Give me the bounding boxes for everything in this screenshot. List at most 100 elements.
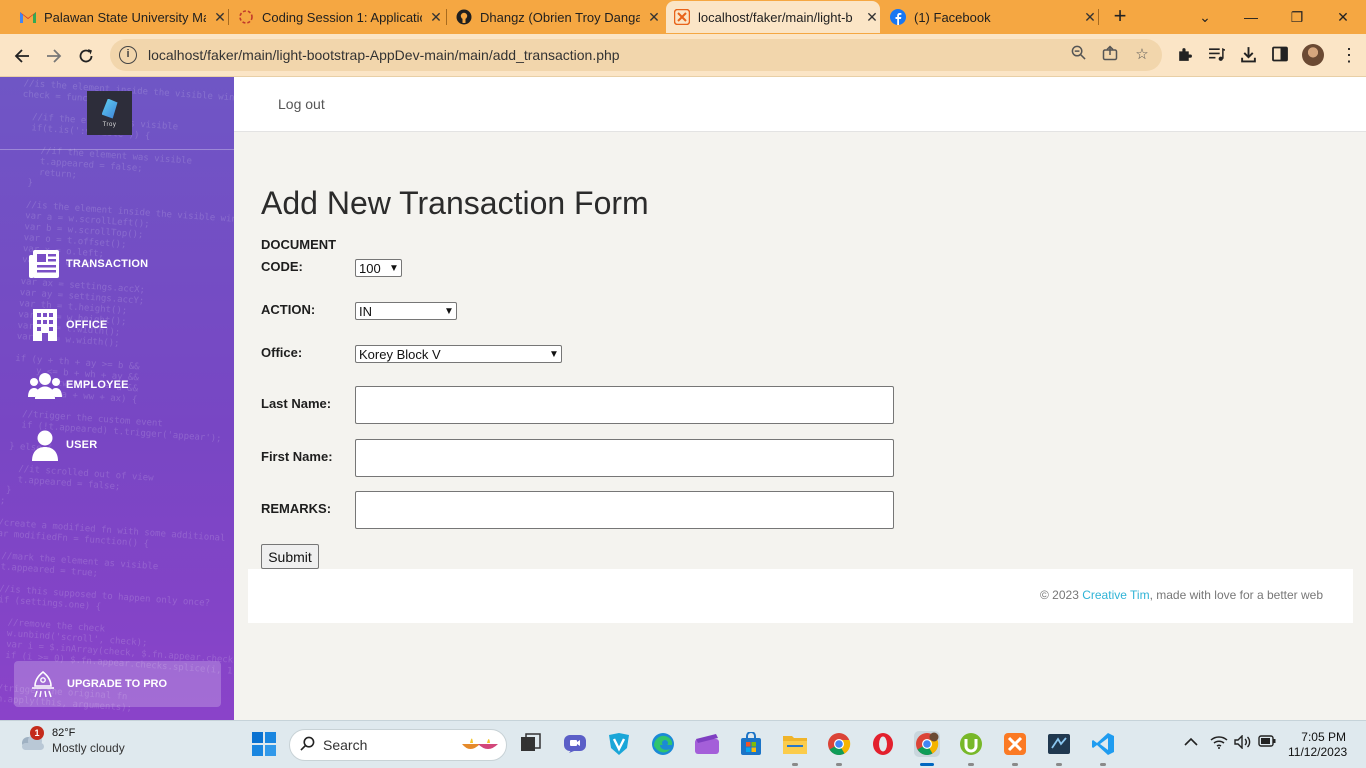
clipchamp-icon[interactable] <box>694 731 720 757</box>
tab-gmail[interactable]: Palawan State University Ma ✕ <box>14 1 228 33</box>
lastname-input[interactable] <box>355 386 894 424</box>
url-text: localhost/faker/main/light-bootstrap-App… <box>148 47 620 63</box>
chrome-icon[interactable] <box>826 731 852 757</box>
firstname-input[interactable] <box>355 439 894 477</box>
start-windows-icon[interactable] <box>251 731 277 757</box>
action-label: ACTION: <box>261 302 316 317</box>
taskbar-search[interactable]: Search <box>289 729 507 761</box>
remarks-input[interactable] <box>355 491 894 529</box>
minimize-icon[interactable]: — <box>1228 0 1274 34</box>
doc-code-value: 100 <box>359 260 381 276</box>
facebook-icon <box>890 9 906 25</box>
system-clock[interactable]: 7:05 PM 11/12/2023 <box>1288 730 1347 760</box>
office-value: Korey Block V <box>359 346 441 362</box>
top-navbar: Log out <box>234 77 1366 132</box>
close-tab-icon[interactable]: ✕ <box>428 9 444 26</box>
tab-title: localhost/faker/main/light-b <box>698 9 853 25</box>
tray-overflow-icon[interactable] <box>1184 735 1198 750</box>
bookmark-star-icon[interactable]: ☆ <box>1132 45 1152 65</box>
tab-title: Palawan State University Ma <box>44 9 206 25</box>
back-icon[interactable] <box>8 42 36 70</box>
close-tab-icon[interactable]: ✕ <box>646 9 662 26</box>
chrome-profile-icon[interactable] <box>914 731 940 757</box>
vscode-icon[interactable] <box>1090 731 1116 757</box>
diwali-lamp-icon <box>460 732 500 759</box>
action-select[interactable]: IN ▼ <box>355 302 457 320</box>
tab-github[interactable]: Dhangz (Obrien Troy Dangan ✕ <box>450 1 662 33</box>
doc-code-select[interactable]: 100 ▼ <box>355 259 402 277</box>
opera-icon[interactable] <box>870 731 896 757</box>
remarks-label: REMARKS: <box>261 501 332 516</box>
sidebar-item-user[interactable]: USER <box>28 429 97 461</box>
media-control-icon[interactable] <box>1206 46 1226 66</box>
active-indicator <box>920 763 934 766</box>
meet-chat-icon[interactable] <box>562 731 588 757</box>
tab-localhost[interactable]: localhost/faker/main/light-b ✕ <box>666 1 880 33</box>
volume-icon[interactable] <box>1234 734 1252 752</box>
office-label: Office: <box>261 345 303 360</box>
firstname-label: First Name: <box>261 449 333 464</box>
browser-toolbar: i localhost/faker/main/light-bootstrap-A… <box>0 34 1366 77</box>
loading-icon <box>238 9 254 25</box>
tab-title: (1) Facebook <box>914 9 991 25</box>
browser-menu-icon[interactable]: ⋮ <box>1340 44 1358 66</box>
battery-icon[interactable] <box>1258 735 1276 750</box>
close-tab-icon[interactable]: ✕ <box>212 9 228 26</box>
rocket-icon <box>28 669 58 699</box>
share-icon[interactable] <box>1100 45 1120 65</box>
profile-avatar[interactable] <box>1302 44 1324 66</box>
search-label: Search <box>323 737 368 753</box>
gmail-icon <box>20 9 36 25</box>
action-value: IN <box>359 303 372 319</box>
sidebar-item-label: USER <box>66 439 98 451</box>
close-tab-icon[interactable]: ✕ <box>1082 9 1098 26</box>
temperature: 82°F <box>52 727 76 739</box>
sidebar-divider <box>0 149 234 150</box>
sql-server-icon[interactable] <box>1046 731 1072 757</box>
zoom-icon[interactable] <box>1068 45 1088 65</box>
task-view-icon[interactable] <box>518 731 544 757</box>
address-bar[interactable]: i localhost/faker/main/light-bootstrap-A… <box>110 39 1162 71</box>
utorrent-icon[interactable] <box>958 731 984 757</box>
footer-link[interactable]: Creative Tim <box>1082 588 1149 602</box>
vpn-app-icon[interactable] <box>606 731 632 757</box>
brand-logo[interactable]: Troy <box>87 91 132 135</box>
submit-button[interactable]: Submit <box>261 544 319 569</box>
forward-icon[interactable] <box>40 42 68 70</box>
tab-separator <box>1098 9 1099 25</box>
sidebar-item-employee[interactable]: EMPLOYEE <box>28 369 129 401</box>
edge-browser-icon[interactable] <box>650 731 676 757</box>
logout-link[interactable]: Log out <box>278 96 325 112</box>
site-info-icon[interactable]: i <box>119 46 137 64</box>
xampp-icon[interactable] <box>1002 731 1028 757</box>
restore-icon[interactable]: ❐ <box>1274 0 1320 34</box>
running-indicator <box>836 763 842 766</box>
office-select[interactable]: Korey Block V ▼ <box>355 345 562 363</box>
side-panel-icon[interactable] <box>1270 46 1290 66</box>
close-window-icon[interactable]: ✕ <box>1320 0 1366 34</box>
logo-gem-icon <box>101 98 118 119</box>
sidebar-item-office[interactable]: OFFICE <box>28 309 108 341</box>
tab-title: Dhangz (Obrien Troy Dangan <box>480 9 640 25</box>
close-tab-icon[interactable]: ✕ <box>864 9 880 26</box>
extensions-icon[interactable] <box>1174 46 1194 66</box>
main-content: Add New Transaction Form DOCUMENT CODE: … <box>234 132 1366 720</box>
tab-search-icon[interactable]: ⌄ <box>1182 0 1228 34</box>
sidebar-item-transaction[interactable]: TRANSACTION <box>28 248 148 280</box>
reload-icon[interactable] <box>72 42 100 70</box>
new-tab-icon[interactable]: + <box>1108 4 1132 28</box>
xampp-icon <box>674 9 690 25</box>
wifi-icon[interactable] <box>1210 735 1228 752</box>
footer-copyright: © 2023 <box>1040 588 1079 602</box>
microsoft-store-icon[interactable] <box>738 731 764 757</box>
download-icon[interactable] <box>1238 46 1258 66</box>
lastname-label: Last Name: <box>261 396 332 411</box>
weather-widget[interactable]: 1 82°F Mostly cloudy <box>18 726 125 755</box>
tab-separator <box>228 9 229 25</box>
sidebar-item-label: OFFICE <box>66 319 108 331</box>
upgrade-to-pro-button[interactable]: UPGRADE TO PRO <box>14 661 221 707</box>
tab-coding-session[interactable]: Coding Session 1: Applicatio ✕ <box>232 1 444 33</box>
tab-facebook[interactable]: (1) Facebook ✕ <box>884 1 1098 33</box>
footer-text: © 2023 Creative Tim, made with love for … <box>1040 588 1323 602</box>
file-explorer-icon[interactable] <box>782 731 808 757</box>
